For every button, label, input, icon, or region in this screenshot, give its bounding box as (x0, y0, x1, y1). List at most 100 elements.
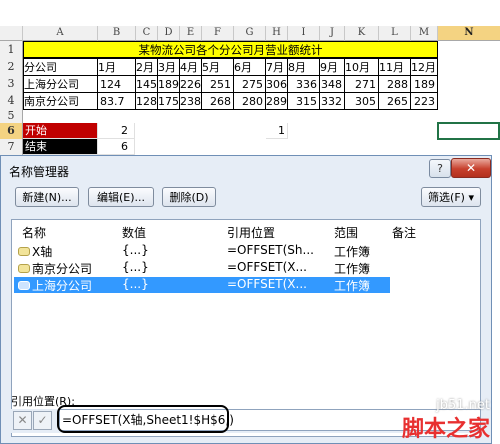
cell-a6[interactable]: 开始 (23, 123, 98, 139)
header-value[interactable]: 数值 (122, 224, 146, 241)
item-scope: 工作簿 (334, 262, 371, 276)
header-name[interactable]: 名称 (22, 224, 46, 241)
cell-e2[interactable]: 4月 (179, 58, 202, 76)
cell-e4[interactable]: 238 (179, 92, 202, 110)
cell-j3[interactable]: 348 (319, 75, 345, 93)
cell-j2[interactable]: 9月 (319, 58, 345, 76)
cell-a7[interactable]: 结束 (23, 139, 98, 155)
cell-f3[interactable]: 251 (201, 75, 234, 93)
cell-b3[interactable]: 124 (97, 75, 136, 93)
dialog-title: 名称管理器 (9, 165, 70, 179)
col-header-f[interactable]: F (202, 26, 234, 41)
col-header-h[interactable]: H (266, 26, 288, 41)
cell-k3[interactable]: 271 (344, 75, 379, 93)
cell-m4[interactable]: 223 (410, 92, 438, 110)
cell-l3[interactable]: 288 (378, 75, 411, 93)
col-header-j[interactable]: J (320, 26, 345, 41)
cell-i4[interactable]: 315 (287, 92, 320, 110)
header-comment[interactable]: 备注 (392, 224, 416, 241)
cell-f2[interactable]: 5月 (201, 58, 234, 76)
cell-b4[interactable]: 83.7 (97, 92, 136, 110)
cell-g2[interactable]: 6月 (233, 58, 266, 76)
cell-h3[interactable]: 306 (265, 75, 288, 93)
cell-j4[interactable]: 332 (319, 92, 345, 110)
name-tag-icon (18, 281, 30, 290)
help-button[interactable]: ? (429, 159, 451, 178)
cell-g4[interactable]: 280 (233, 92, 266, 110)
select-all-corner[interactable] (0, 26, 23, 41)
cell-l4[interactable]: 265 (378, 92, 411, 110)
row-header-3[interactable]: 3 (0, 75, 23, 93)
col-header-l[interactable]: L (379, 26, 411, 41)
cell-h4[interactable]: 289 (265, 92, 288, 110)
item-ref: =OFFSET(X... (227, 260, 307, 274)
col-header-k[interactable]: K (345, 26, 379, 41)
col-header-g[interactable]: G (234, 26, 266, 41)
cell-a2[interactable]: 分公司 (23, 58, 98, 76)
item-scope: 工作簿 (334, 245, 371, 259)
cell-k4[interactable]: 305 (344, 92, 379, 110)
list-item[interactable]: 南京分公司 {...} =OFFSET(X... 工作簿 (14, 260, 390, 276)
item-ref: =OFFSET(X... (227, 277, 307, 291)
close-button[interactable]: ✕ (451, 158, 491, 178)
cell-d4[interactable]: 175 (157, 92, 180, 110)
cell-g3[interactable]: 275 (233, 75, 266, 93)
cell-h2[interactable]: 7月 (265, 58, 288, 76)
formula-area (0, 0, 500, 27)
filter-button[interactable]: 筛选(F) ▾ (421, 187, 481, 207)
cell-i3[interactable]: 336 (287, 75, 320, 93)
confirm-edit-icon[interactable]: ✓ (33, 411, 52, 430)
item-name: 南京分公司 (32, 262, 93, 276)
name-tag-icon (18, 247, 30, 256)
item-name: 上海分公司 (32, 279, 93, 293)
cell-d2[interactable]: 3月 (157, 58, 180, 76)
item-value: {...} (122, 260, 149, 274)
cell-h6[interactable]: 1 (266, 123, 288, 139)
active-cell-n6[interactable] (437, 122, 500, 140)
cell-b7[interactable]: 6 (98, 139, 135, 155)
cell-c3[interactable]: 145 (135, 75, 158, 93)
cell-f4[interactable]: 268 (201, 92, 234, 110)
item-ref: =OFFSET(Sh... (227, 243, 314, 257)
cell-b2[interactable]: 1月 (97, 58, 136, 76)
cell-c4[interactable]: 128 (135, 92, 158, 110)
ref-label: 引用位置(R): (11, 395, 75, 408)
cell-m3[interactable]: 189 (410, 75, 438, 93)
row-header-5[interactable]: 5 (0, 109, 23, 124)
row-header-7[interactable]: 7 (0, 139, 23, 156)
edit-button[interactable]: 编辑(E)... (88, 187, 154, 207)
header-scope[interactable]: 范围 (334, 224, 358, 241)
header-ref[interactable]: 引用位置 (227, 224, 275, 241)
cell-a3[interactable]: 上海分公司 (23, 75, 98, 93)
cell-k2[interactable]: 10月 (344, 58, 379, 76)
cell-m2[interactable]: 12月 (410, 58, 438, 76)
col-header-d[interactable]: D (158, 26, 180, 41)
col-header-n[interactable]: N (438, 26, 500, 41)
col-header-b[interactable]: B (98, 26, 136, 41)
col-header-e[interactable]: E (180, 26, 202, 41)
cell-c2[interactable]: 2月 (135, 58, 158, 76)
list-item[interactable]: X轴 {...} =OFFSET(Sh... 工作簿 (14, 243, 390, 259)
watermark: jb51.net 脚本之家 (402, 398, 490, 443)
cell-d3[interactable]: 189 (157, 75, 180, 93)
cell-i2[interactable]: 8月 (287, 58, 320, 76)
cell-e3[interactable]: 226 (179, 75, 202, 93)
title-cell[interactable]: 某物流公司各个分公司月营业额统计 (23, 41, 438, 58)
row-header-1[interactable]: 1 (0, 41, 23, 59)
row-header-6[interactable]: 6 (0, 123, 23, 140)
delete-button[interactable]: 删除(D) (162, 187, 216, 207)
cell-a4[interactable]: 南京分公司 (23, 92, 98, 110)
cell-b6[interactable]: 2 (98, 123, 135, 139)
row-header-2[interactable]: 2 (0, 58, 23, 76)
item-scope: 工作簿 (334, 279, 371, 293)
col-header-m[interactable]: M (411, 26, 438, 41)
col-header-i[interactable]: I (288, 26, 320, 41)
row-header-4[interactable]: 4 (0, 92, 23, 110)
list-item-selected[interactable]: 上海分公司 {...} =OFFSET(X... 工作簿 (14, 277, 390, 293)
col-header-a[interactable]: A (23, 26, 98, 41)
new-button[interactable]: 新建(N)... (15, 187, 79, 207)
item-value: {...} (122, 277, 149, 291)
col-header-c[interactable]: C (136, 26, 158, 41)
cell-l2[interactable]: 11月 (378, 58, 411, 76)
cancel-edit-icon[interactable]: ✕ (13, 411, 32, 430)
